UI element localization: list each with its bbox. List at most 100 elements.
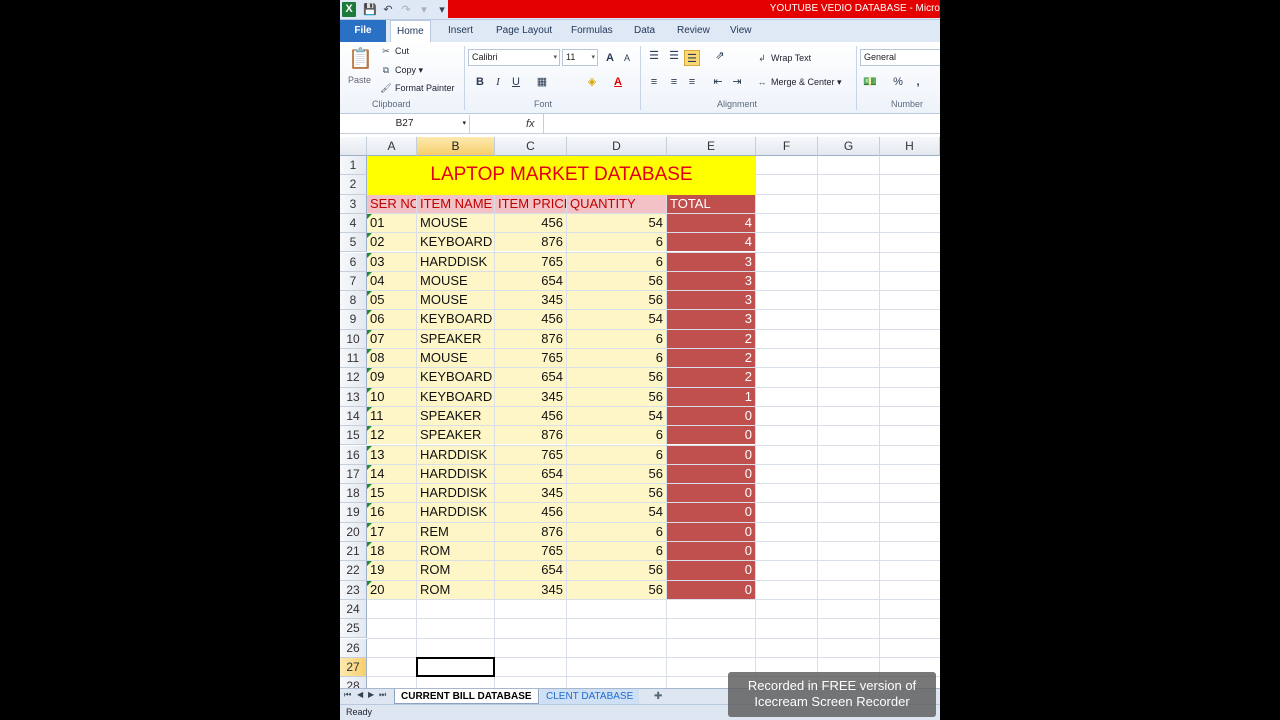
data-cell[interactable]: 04: [367, 271, 416, 291]
borders-icon[interactable]: ▦: [534, 74, 550, 90]
select-all-corner[interactable]: [340, 137, 367, 156]
italic-button[interactable]: I: [490, 74, 506, 90]
row-header-17[interactable]: 17: [340, 464, 367, 485]
data-cell[interactable]: ROM: [417, 542, 494, 561]
tab-view[interactable]: View: [724, 20, 758, 42]
redo-icon[interactable]: ↷: [398, 2, 414, 18]
name-box[interactable]: B27 ▾: [340, 115, 470, 133]
data-cell[interactable]: MOUSE: [417, 271, 494, 291]
data-cell[interactable]: 15: [367, 484, 416, 503]
row-header-5[interactable]: 5: [340, 233, 367, 253]
data-cell[interactable]: 6: [567, 233, 666, 252]
font-color-icon[interactable]: A: [610, 74, 626, 90]
sheet-tab-client[interactable]: CLENT DATABASE: [540, 689, 640, 704]
data-cell[interactable]: 2: [667, 349, 755, 368]
tab-file[interactable]: File: [340, 20, 386, 42]
row-header-8[interactable]: 8: [340, 291, 367, 311]
data-cell[interactable]: MOUSE: [417, 213, 494, 233]
data-cell[interactable]: MOUSE: [417, 291, 494, 310]
currency-icon[interactable]: 💵: [862, 74, 878, 90]
data-cell[interactable]: SPEAKER: [417, 406, 494, 426]
data-cell[interactable]: 54: [567, 406, 666, 426]
increase-indent-icon[interactable]: ⇥: [729, 74, 745, 90]
row-header-16[interactable]: 16: [340, 445, 367, 465]
excel-logo-icon[interactable]: X: [342, 2, 356, 17]
data-cell[interactable]: 4: [667, 233, 755, 252]
data-cell[interactable]: 0: [667, 522, 755, 541]
fx-icon[interactable]: fx: [526, 115, 535, 133]
row-header-24[interactable]: 24: [340, 599, 367, 620]
sheet-tab-current-bill[interactable]: CURRENT BILL DATABASE: [394, 689, 539, 704]
cut-button[interactable]: ✂ Cut: [380, 44, 409, 58]
data-cell[interactable]: SPEAKER: [417, 329, 494, 348]
data-cell[interactable]: 6: [567, 252, 666, 271]
row-header-14[interactable]: 14: [340, 406, 367, 427]
data-cell[interactable]: ROM: [417, 580, 494, 599]
data-cell[interactable]: 0: [667, 464, 755, 484]
next-sheet-icon[interactable]: ▶: [368, 690, 374, 699]
fill-color-icon[interactable]: ◈: [584, 74, 600, 90]
data-cell[interactable]: 3: [667, 291, 755, 310]
data-cell[interactable]: 56: [567, 368, 666, 387]
row-header-19[interactable]: 19: [340, 503, 367, 523]
data-cell[interactable]: 456: [495, 503, 566, 522]
data-cell[interactable]: 0: [667, 426, 755, 445]
data-cell[interactable]: 456: [495, 406, 566, 426]
row-header-12[interactable]: 12: [340, 368, 367, 388]
wrap-text-button[interactable]: ↲ Wrap Text: [756, 51, 811, 65]
tab-page-layout[interactable]: Page Layout: [490, 20, 558, 42]
data-cell[interactable]: 56: [567, 484, 666, 503]
column-header-h[interactable]: H: [880, 137, 940, 156]
data-cell[interactable]: 20: [367, 580, 416, 599]
data-cell[interactable]: 10: [367, 387, 416, 406]
row-header-26[interactable]: 26: [340, 638, 367, 658]
spreadsheet-grid[interactable]: A B C D E F G H 1 2 3 4 5 6 7 8 9 10 11 12 13 14 15 16 17 18 19 20 2…: [340, 137, 940, 688]
row-header-15[interactable]: 15: [340, 426, 367, 446]
sheet-title[interactable]: LAPTOP MARKET DATABASE: [367, 156, 756, 195]
bold-button[interactable]: B: [472, 74, 488, 90]
data-cell[interactable]: 876: [495, 426, 566, 445]
grow-font-icon[interactable]: A: [602, 50, 618, 66]
data-cell[interactable]: 19: [367, 561, 416, 580]
shrink-font-icon[interactable]: A: [619, 50, 635, 66]
data-cell[interactable]: 456: [495, 310, 566, 329]
column-header-b[interactable]: B: [417, 137, 495, 156]
font-size-select[interactable]: 11 ▾: [562, 49, 598, 66]
data-cell[interactable]: 12: [367, 426, 416, 445]
row-header-21[interactable]: 21: [340, 542, 367, 562]
data-cell[interactable]: 6: [567, 542, 666, 561]
orientation-icon[interactable]: ⇗: [712, 48, 728, 64]
column-title-cell[interactable]: SER NO: [367, 194, 416, 213]
data-cell[interactable]: 345: [495, 484, 566, 503]
column-header-f[interactable]: F: [756, 137, 818, 156]
data-cell[interactable]: ROM: [417, 561, 494, 580]
data-cell[interactable]: 16: [367, 503, 416, 522]
data-cell[interactable]: KEYBOARD: [417, 387, 494, 406]
underline-button[interactable]: U: [508, 74, 524, 90]
data-cell[interactable]: 876: [495, 522, 566, 541]
paste-icon[interactable]: 📋: [348, 46, 373, 72]
data-cell[interactable]: 03: [367, 252, 416, 271]
data-cell[interactable]: KEYBOARD: [417, 368, 494, 387]
formula-input[interactable]: [548, 115, 928, 133]
data-cell[interactable]: 2: [667, 329, 755, 348]
data-cell[interactable]: 01: [367, 213, 416, 233]
row-header-9[interactable]: 9: [340, 310, 367, 330]
data-cell[interactable]: 56: [567, 291, 666, 310]
data-cell[interactable]: 1: [667, 387, 755, 406]
paste-button[interactable]: Paste: [348, 73, 371, 87]
column-header-d[interactable]: D: [567, 137, 667, 156]
column-header-g[interactable]: G: [818, 137, 880, 156]
data-cell[interactable]: 56: [567, 561, 666, 580]
row-header-27[interactable]: 27: [340, 657, 367, 678]
column-title-cell[interactable]: ITEM PRICE: [495, 194, 566, 213]
data-cell[interactable]: 0: [667, 580, 755, 599]
data-cell[interactable]: 0: [667, 445, 755, 464]
row-header-13[interactable]: 13: [340, 387, 367, 407]
data-cell[interactable]: 13: [367, 445, 416, 464]
insert-sheet-icon[interactable]: ✚: [648, 689, 664, 704]
data-cell[interactable]: 08: [367, 349, 416, 368]
data-cell[interactable]: 765: [495, 542, 566, 561]
data-cell[interactable]: KEYBOARD: [417, 233, 494, 252]
row-header-3[interactable]: 3: [340, 194, 367, 214]
